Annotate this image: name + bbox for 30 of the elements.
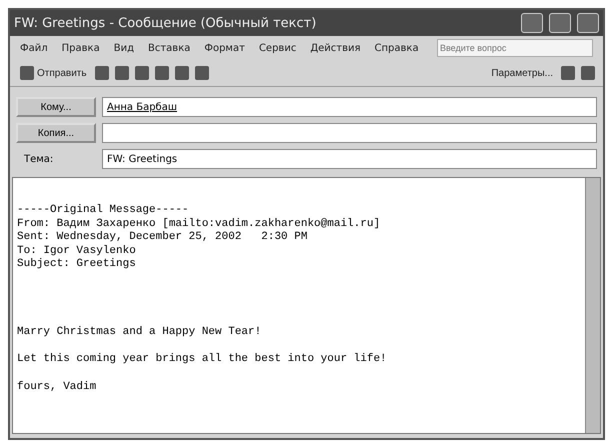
header-field[interactable]	[102, 123, 597, 143]
menu-item[interactable]: Формат	[204, 42, 245, 54]
message-body[interactable]	[12, 177, 601, 434]
body-text: From: Вадим Захаренко [mailto:vadim.zakharenko@mail.ru]	[17, 218, 380, 230]
body-text: To: Igor Vasylenko	[17, 244, 136, 256]
body-text: Sent: Wednesday, December 25, 2002 2:30 PM	[17, 231, 308, 243]
field-value: FW: Greetings	[107, 154, 178, 164]
scroll-bar[interactable]	[585, 178, 600, 433]
menu-item[interactable]: Действия	[310, 42, 361, 54]
menu-item[interactable]: Правка	[62, 42, 100, 54]
address-button[interactable]: Кому...	[16, 97, 96, 117]
menu-item[interactable]: Вид	[114, 42, 134, 54]
help-search-field[interactable]: Введите вопрос	[437, 39, 593, 57]
field-label: Тема:	[23, 154, 54, 164]
body-text: Marry Christmas and a Happy New Tear!	[17, 326, 262, 338]
body-text: -----Original Message-----	[17, 204, 189, 216]
address-button[interactable]: Копия...	[16, 123, 96, 143]
options-button[interactable]: Параметры...	[489, 68, 555, 78]
body-text: fours, Vadim	[17, 380, 96, 392]
menu-item[interactable]: Справка	[374, 42, 419, 54]
recipient-link[interactable]: Анна Барбаш	[107, 102, 178, 112]
body-text: Subject: Greetings	[17, 258, 136, 270]
window-title: FW: Greetings - Сообщение (Обычный текст)	[14, 16, 318, 30]
menu-item[interactable]: Файл	[20, 42, 48, 54]
header-field[interactable]: Анна Барбаш	[102, 97, 597, 117]
menu-item[interactable]: Вставка	[148, 42, 190, 54]
send-button[interactable]: Отправить	[18, 66, 89, 80]
menu-item[interactable]: Сервис	[258, 42, 296, 54]
header-field[interactable]: FW: Greetings	[102, 149, 597, 169]
body-text: Let this coming year brings all the best into your life!	[17, 353, 387, 365]
